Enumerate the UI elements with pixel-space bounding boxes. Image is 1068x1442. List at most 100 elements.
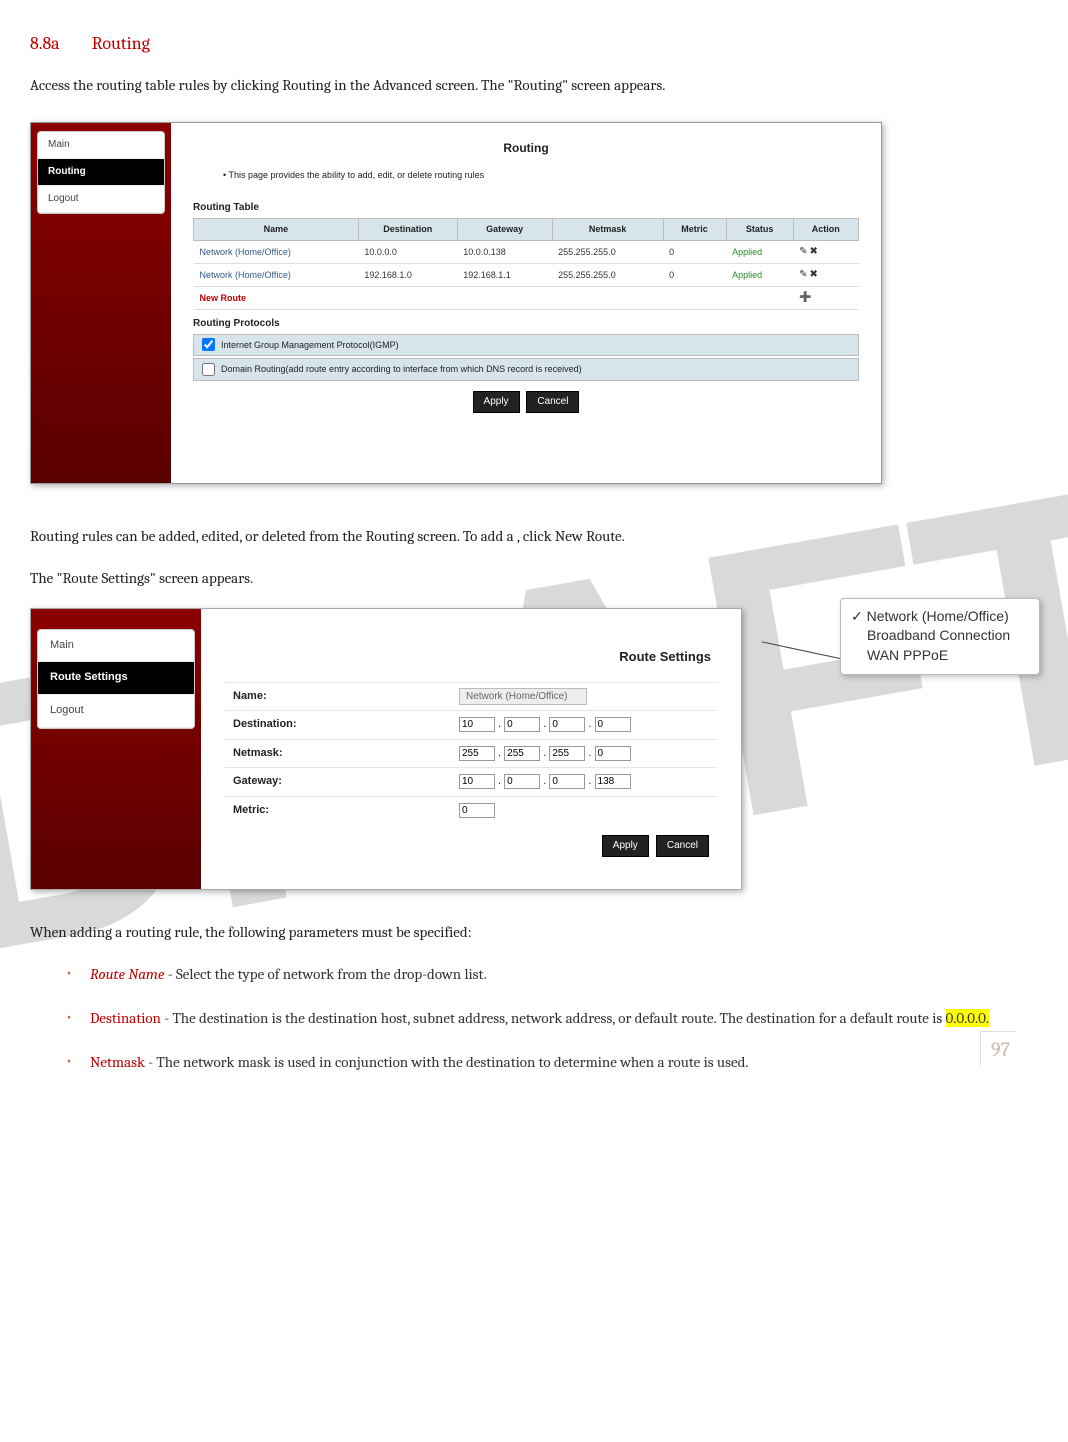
col-destination: Destination	[358, 219, 457, 240]
cell-mask: 255.255.255.0	[552, 263, 663, 286]
routing-table: Name Destination Gateway Netmask Metric …	[193, 218, 859, 309]
proto-igmp-row: Internet Group Management Protocol(IGMP)	[193, 334, 859, 356]
term-destination: Destination	[90, 1009, 161, 1027]
destination-label: Destination:	[225, 711, 451, 740]
dest-octet-3[interactable]	[549, 717, 585, 732]
col-metric: Metric	[663, 219, 726, 240]
name-label: Name:	[225, 682, 451, 711]
mask-octet-3[interactable]	[549, 746, 585, 761]
cell-status: Applied	[726, 240, 793, 263]
callout-option-3[interactable]: WAN PPPoE	[851, 646, 1029, 666]
cell-dest: 10.0.0.0	[358, 240, 457, 263]
metric-input[interactable]	[459, 803, 495, 818]
section-number: 8.8a	[30, 33, 60, 54]
table-row: Network (Home/Office) 10.0.0.0 10.0.0.13…	[194, 240, 859, 263]
cell-gw: 10.0.0.138	[457, 240, 552, 263]
gw-octet-3[interactable]	[549, 774, 585, 789]
page-number: 97	[980, 1031, 1016, 1066]
panel-note: This page provides the ability to add, e…	[223, 168, 859, 182]
mask-octet-4[interactable]	[595, 746, 631, 761]
cell-gw: 192.168.1.1	[457, 263, 552, 286]
mid-paragraph-2: The "Route Settings" screen appears.	[30, 566, 1038, 590]
protocols-heading: Routing Protocols	[193, 316, 859, 332]
route-settings-title: Route Settings	[225, 647, 717, 668]
cell-dest: 192.168.1.0	[358, 263, 457, 286]
col-gateway: Gateway	[457, 219, 552, 240]
params-intro: When adding a routing rule, the followin…	[30, 920, 1038, 944]
edit-icon[interactable]: ✎	[799, 269, 809, 280]
new-route-link[interactable]: New Route	[194, 286, 359, 309]
proto-domain-row: Domain Routing(add route entry according…	[193, 358, 859, 380]
cancel-button[interactable]: Cancel	[656, 835, 709, 857]
sidebar-item-logout[interactable]: Logout	[38, 695, 194, 728]
section-heading: 8.8a Routing	[30, 30, 1038, 59]
desc-destination-a: - The destination is the destination hos…	[161, 1009, 946, 1027]
domain-routing-label: Domain Routing(add route entry according…	[221, 362, 582, 376]
cell-actions: ✎✖	[793, 263, 858, 286]
sidebar: Main Routing Logout	[31, 123, 171, 483]
delete-icon[interactable]: ✖	[809, 269, 819, 280]
cell-name[interactable]: Network (Home/Office)	[194, 263, 359, 286]
apply-button[interactable]: Apply	[602, 835, 649, 857]
igmp-label: Internet Group Management Protocol(IGMP)	[221, 338, 399, 352]
mask-octet-2[interactable]	[504, 746, 540, 761]
edit-icon[interactable]: ✎	[799, 246, 809, 257]
panel-title: Routing	[193, 139, 859, 158]
netmask-label: Netmask:	[225, 739, 451, 768]
col-action: Action	[793, 219, 858, 240]
dest-octet-2[interactable]	[504, 717, 540, 732]
dest-octet-4[interactable]	[595, 717, 631, 732]
routing-table-heading: Routing Table	[193, 200, 859, 216]
route-settings-screenshot: Main Route Settings Logout Route Setting…	[30, 608, 742, 890]
metric-label: Metric:	[225, 796, 451, 824]
intro-paragraph: Access the routing table rules by clicki…	[30, 73, 1038, 97]
table-row-new: New Route ➕	[194, 286, 859, 309]
dropdown-callout: Network (Home/Office) Broadband Connecti…	[840, 598, 1040, 675]
add-icon[interactable]: ➕	[799, 292, 813, 303]
cell-metric: 0	[663, 263, 726, 286]
gateway-label: Gateway:	[225, 768, 451, 797]
parameter-list: Route Name - Select the type of network …	[30, 962, 1038, 1074]
cell-name[interactable]: Network (Home/Office)	[194, 240, 359, 263]
desc-route-name: - Select the type of network from the dr…	[164, 965, 486, 983]
route-settings-form: Name: Network (Home/Office) Destination:…	[225, 682, 717, 825]
term-route-name: Route Name	[90, 965, 164, 983]
sidebar-item-main[interactable]: Main	[38, 630, 194, 663]
delete-icon[interactable]: ✖	[809, 246, 819, 257]
dest-octet-1[interactable]	[459, 717, 495, 732]
gw-octet-1[interactable]	[459, 774, 495, 789]
sidebar-item-logout[interactable]: Logout	[38, 186, 164, 213]
highlight-default-route: 0.0.0.0.	[946, 1009, 989, 1027]
term-netmask: Netmask	[90, 1053, 145, 1071]
cell-metric: 0	[663, 240, 726, 263]
callout-option-selected[interactable]: Network (Home/Office)	[851, 607, 1029, 627]
routing-screenshot: Main Routing Logout Routing This page pr…	[30, 122, 882, 484]
list-item: Route Name - Select the type of network …	[66, 962, 1038, 986]
gw-octet-2[interactable]	[504, 774, 540, 789]
apply-button[interactable]: Apply	[473, 391, 520, 413]
mid-paragraph-1: Routing rules can be added, edited, or d…	[30, 524, 1038, 548]
col-status: Status	[726, 219, 793, 240]
sidebar: Main Route Settings Logout	[31, 609, 201, 889]
table-row: Network (Home/Office) 192.168.1.0 192.16…	[194, 263, 859, 286]
igmp-checkbox[interactable]	[202, 338, 215, 351]
col-name: Name	[194, 219, 359, 240]
name-select[interactable]: Network (Home/Office)	[459, 688, 587, 705]
sidebar-item-route-settings[interactable]: Route Settings	[38, 662, 194, 695]
domain-routing-checkbox[interactable]	[202, 363, 215, 376]
cancel-button[interactable]: Cancel	[526, 391, 579, 413]
section-title: Routing	[92, 33, 150, 54]
mask-octet-1[interactable]	[459, 746, 495, 761]
sidebar-item-main[interactable]: Main	[38, 132, 164, 159]
desc-netmask: - The network mask is used in conjunctio…	[145, 1053, 749, 1071]
callout-leader-line	[762, 641, 840, 659]
list-item: Destination - The destination is the des…	[66, 1006, 1038, 1030]
col-netmask: Netmask	[552, 219, 663, 240]
sidebar-item-routing[interactable]: Routing	[38, 159, 164, 186]
cell-mask: 255.255.255.0	[552, 240, 663, 263]
list-item: Netmask - The network mask is used in co…	[66, 1050, 1038, 1074]
cell-actions: ✎✖	[793, 240, 858, 263]
callout-option-2[interactable]: Broadband Connection	[851, 626, 1029, 646]
cell-status: Applied	[726, 263, 793, 286]
gw-octet-4[interactable]	[595, 774, 631, 789]
